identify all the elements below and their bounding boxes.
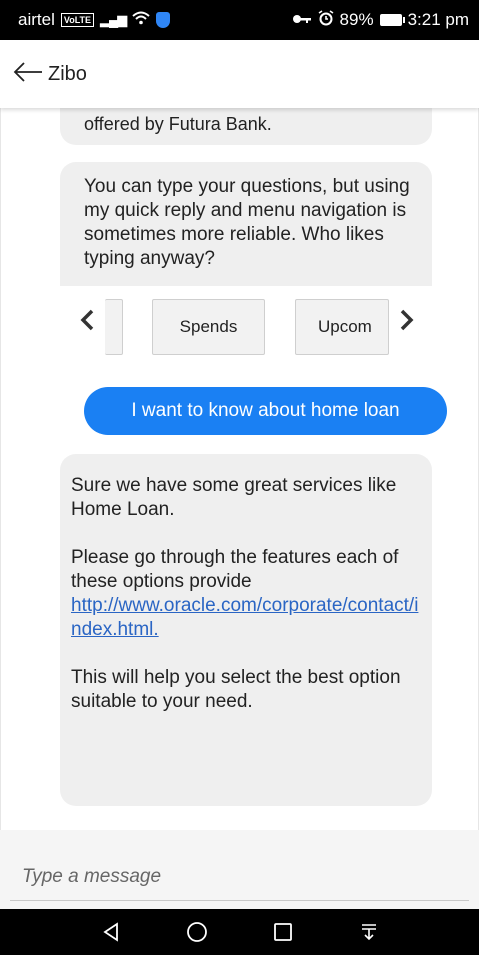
bank-name: Futura Bank (168, 114, 267, 134)
status-right: 89% 3:21 pm (292, 9, 469, 31)
signal-icon: ▂▄▆ (100, 12, 127, 27)
quick-reply-upcoming[interactable]: Upcom (295, 299, 389, 355)
bot-message-text: You can type your questions, but using m… (84, 176, 410, 269)
bot-message-paragraph: Sure we have some great services like Ho… (71, 475, 397, 520)
chat-transcript[interactable]: offered by Futura Bank. You can type you… (0, 108, 479, 830)
composer-divider (10, 900, 469, 901)
user-message-text: I want to know about home loan (131, 400, 400, 421)
volte-badge: VoLTE (60, 13, 95, 27)
quick-reply-card-partial[interactable] (105, 299, 123, 355)
status-bar: airtel VoLTE ▂▄▆ 89% 3:21 pm (0, 0, 479, 40)
chevron-right-icon[interactable] (399, 308, 415, 338)
back-arrow-icon[interactable] (12, 59, 44, 89)
message-input[interactable] (22, 862, 462, 892)
battery-percent: 89% (339, 10, 374, 29)
user-message-bubble: I want to know about home loan (84, 387, 447, 435)
clock-time: 3:21 pm (407, 10, 469, 29)
home-circle-icon[interactable] (185, 920, 209, 944)
quick-reply-spends[interactable]: Spends (152, 299, 265, 355)
chevron-left-icon[interactable] (79, 308, 95, 338)
bot-message-text: offered by (84, 114, 169, 134)
page-title: Zibo (48, 62, 87, 85)
shield-icon (156, 12, 171, 28)
battery-icon (379, 14, 405, 26)
bot-message-paragraph: Please go through the features each of t… (71, 547, 399, 592)
bot-message-paragraph: This will help you select the best optio… (71, 667, 401, 712)
app-header: Zibo (0, 40, 479, 108)
notifications-pulldown-icon[interactable] (357, 920, 381, 944)
alarm-icon (318, 9, 334, 31)
bot-message-bubble: offered by Futura Bank. (60, 108, 432, 145)
recents-square-icon[interactable] (271, 920, 295, 944)
system-nav-bar (0, 909, 479, 955)
bot-message-bubble: You can type your questions, but using m… (60, 162, 432, 286)
key-icon (292, 10, 312, 30)
message-composer (0, 830, 479, 909)
carrier-label: airtel (18, 10, 55, 29)
quick-reply-carousel: Spends Upcom (1, 286, 478, 366)
features-link[interactable]: http://www.oracle.com/corporate/contact/… (71, 595, 418, 640)
wifi-icon (132, 10, 150, 30)
status-left: airtel VoLTE ▂▄▆ (18, 10, 171, 30)
bot-message-suffix: . (266, 114, 272, 134)
bot-message-bubble: Sure we have some great services like Ho… (60, 454, 432, 806)
back-triangle-icon[interactable] (99, 920, 123, 944)
